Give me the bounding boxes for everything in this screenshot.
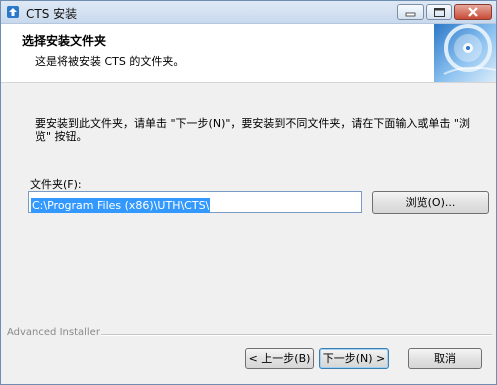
- folder-label: 文件夹(F):: [30, 178, 82, 191]
- footer-divider: [101, 334, 492, 336]
- title-bar[interactable]: CTS 安装: [1, 1, 496, 24]
- advanced-installer-brand: Advanced Installer: [7, 327, 100, 338]
- folder-path-input[interactable]: C:\Program Files (x86)\UTH\CTS\: [28, 191, 362, 213]
- maximize-icon: [434, 8, 445, 17]
- next-button[interactable]: 下一步(N) >: [319, 348, 389, 369]
- maximize-button[interactable]: [426, 4, 452, 20]
- browse-button[interactable]: 浏览(O)...: [372, 191, 489, 214]
- close-button[interactable]: [454, 4, 492, 20]
- close-icon: [468, 7, 478, 17]
- installer-window: CTS 安装 选择安装文件夹 这是将被安装 CTS 的文件夹。 要安装到此文件夹…: [0, 0, 497, 385]
- page-subtitle: 这是将被安装 CTS 的文件夹。: [35, 55, 185, 68]
- disc-icon: [443, 24, 496, 75]
- installer-app-icon: [7, 6, 19, 18]
- back-button[interactable]: < 上一步(B): [245, 348, 314, 369]
- instruction-text: 要安装到此文件夹，请单击 "下一步(N)"，要安装到不同文件夹，请在下面输入或单…: [35, 117, 470, 143]
- page-title: 选择安装文件夹: [22, 34, 107, 48]
- banner-graphic: [434, 24, 496, 82]
- cancel-button[interactable]: 取消: [408, 348, 482, 369]
- minimize-button[interactable]: [397, 4, 424, 20]
- folder-path-value: C:\Program Files (x86)\UTH\CTS\: [31, 198, 211, 213]
- minimize-icon: [405, 12, 416, 17]
- header-banner: 选择安装文件夹 这是将被安装 CTS 的文件夹。: [1, 24, 496, 83]
- window-title: CTS 安装: [26, 7, 78, 21]
